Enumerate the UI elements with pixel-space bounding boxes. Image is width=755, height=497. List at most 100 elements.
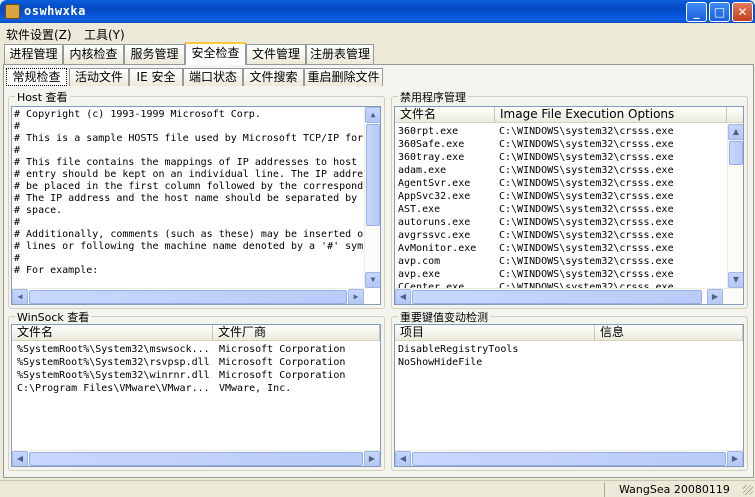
table-row-cell[interactable]: C:\Program Files\VMware\VMwar... (17, 382, 210, 395)
tab-security-check[interactable]: 安全检查 (185, 42, 246, 65)
column-info[interactable]: 信息 (595, 325, 743, 341)
table-row-cell[interactable]: DisableRegistryTools (398, 343, 518, 356)
registry-hscrollbar[interactable]: ◀ ▶ (395, 450, 743, 466)
subtab-active-files[interactable]: 活动文件 (69, 68, 129, 86)
table-row-cell[interactable]: C:\WINDOWS\system32\crsss.exe (499, 203, 674, 216)
table-row-cell[interactable]: C:\WINDOWS\system32\crsss.exe (499, 151, 674, 164)
table-row-cell[interactable]: C:\WINDOWS\system32\crsss.exe (499, 164, 674, 177)
maximize-button[interactable]: □ (709, 2, 730, 22)
scroll-right-icon[interactable]: ▶ (364, 451, 380, 466)
menu-software-settings[interactable]: 软件设置(Z) (6, 26, 72, 43)
banned-hscrollbar[interactable]: ◀ ▶ (395, 288, 743, 304)
subtab-general-check[interactable]: 常规检查 (6, 68, 67, 86)
status-credit: WangSea 20080119 (604, 482, 740, 497)
hosts-textbox[interactable]: # Copyright (c) 1993-1999 Microsoft Corp… (11, 106, 381, 305)
scroll-thumb[interactable] (412, 452, 726, 466)
table-row-cell[interactable]: C:\WINDOWS\system32\crsss.exe (499, 177, 674, 190)
column-item[interactable]: 项目 (395, 325, 595, 341)
table-row-cell[interactable]: AST.exe (398, 203, 440, 216)
tab-service-manager[interactable]: 服务管理 (124, 44, 185, 64)
table-row-cell[interactable]: C:\WINDOWS\system32\crsss.exe (499, 229, 674, 242)
scroll-thumb[interactable] (366, 124, 380, 226)
table-row-cell[interactable]: %SystemRoot%\System32\winrnr.dll (17, 369, 210, 382)
table-row-cell[interactable]: C:\WINDOWS\system32\crsss.exe (499, 190, 674, 203)
table-row-cell[interactable]: %SystemRoot%\System32\mswsock... (17, 343, 210, 356)
table-row-cell[interactable]: AgentSvr.exe (398, 177, 470, 190)
menu-bar: 软件设置(Z) 工具(Y) (0, 23, 755, 43)
scroll-up-icon[interactable]: ▲ (728, 124, 743, 140)
minimize-button[interactable]: _ (686, 2, 707, 22)
scroll-down-icon[interactable]: ▼ (365, 272, 380, 288)
table-row-cell[interactable]: AppSvc32.exe (398, 190, 470, 203)
tab-process-manager[interactable]: 进程管理 (4, 44, 63, 64)
table-row-cell[interactable]: C:\WINDOWS\system32\crsss.exe (499, 281, 674, 288)
tab-file-manager[interactable]: 文件管理 (246, 44, 306, 64)
table-row-cell[interactable]: avp.exe (398, 268, 440, 281)
tab-registry-manager[interactable]: 注册表管理 (306, 44, 374, 64)
winsock-list[interactable]: 文件名 文件厂商 %SystemRoot%\System32\mswsock..… (11, 324, 381, 467)
table-row-cell[interactable]: adam.exe (398, 164, 446, 177)
column-vendor[interactable]: 文件厂商 (213, 325, 380, 341)
table-row-cell[interactable]: C:\WINDOWS\system32\crsss.exe (499, 138, 674, 151)
table-row-cell[interactable]: Microsoft Corporation (219, 369, 345, 382)
scroll-thumb[interactable] (412, 290, 702, 304)
table-row-cell[interactable]: %SystemRoot%\System32\rsvpsp.dll (17, 356, 210, 369)
table-row-cell[interactable]: 360tray.exe (398, 151, 464, 164)
table-row-cell[interactable]: C:\WINDOWS\system32\crsss.exe (499, 255, 674, 268)
hosts-group-title: Host 查看 (15, 89, 70, 105)
scroll-down-icon[interactable]: ▼ (728, 272, 743, 288)
table-row-cell[interactable]: avgrssvc.exe (398, 229, 470, 242)
hosts-hscrollbar[interactable]: ◀ ▶ (12, 288, 364, 304)
scroll-left-icon[interactable]: ◀ (395, 289, 411, 304)
winsock-rows: %SystemRoot%\System32\mswsock... Microsof… (12, 343, 380, 449)
scroll-left-icon[interactable]: ◀ (395, 451, 411, 466)
table-row-cell[interactable]: C:\WINDOWS\system32\crsss.exe (499, 125, 674, 138)
table-row-cell[interactable]: VMware, Inc. (219, 382, 291, 395)
scroll-thumb[interactable] (29, 290, 347, 304)
scroll-up-icon[interactable]: ▲ (365, 107, 380, 123)
title-bar[interactable]: oswhwxka _ □ ✕ (0, 0, 755, 23)
column-filename[interactable]: 文件名 (395, 107, 495, 123)
scroll-right-icon[interactable]: ▶ (727, 451, 743, 466)
hosts-line: # (14, 217, 21, 228)
winsock-hscrollbar[interactable]: ◀ ▶ (12, 450, 380, 466)
tab-kernel-check[interactable]: 内核检查 (63, 44, 124, 64)
banned-programs-list[interactable]: 文件名 Image File Execution Options 360rpt.… (394, 106, 744, 305)
column-ifeo[interactable]: Image File Execution Options (495, 107, 727, 123)
registry-rows: DisableRegistryTools NoShowHideFile (395, 343, 743, 449)
subtab-ie-security[interactable]: IE 安全 (129, 68, 183, 86)
scroll-left-icon[interactable]: ◀ (12, 289, 28, 304)
table-row-cell[interactable]: NoShowHideFile (398, 356, 482, 369)
scroll-right-icon[interactable]: ▶ (348, 289, 364, 304)
hosts-line: # lines or following the machine name de… (14, 241, 364, 252)
table-row-cell[interactable]: Microsoft Corporation (219, 356, 345, 369)
subtab-file-search[interactable]: 文件搜索 (243, 68, 304, 86)
table-row-cell[interactable]: CCenter.exe (398, 281, 464, 288)
close-button[interactable]: ✕ (732, 2, 753, 22)
menu-tools[interactable]: 工具(Y) (84, 26, 125, 43)
scroll-thumb[interactable] (729, 141, 743, 165)
column-filename[interactable]: 文件名 (12, 325, 213, 341)
window-title: oswhwxka (24, 4, 86, 18)
table-row-cell[interactable]: C:\WINDOWS\system32\crsss.exe (499, 268, 674, 281)
scroll-thumb[interactable] (29, 452, 363, 466)
table-row-cell[interactable]: 360Safe.exe (398, 138, 464, 151)
table-row-cell[interactable]: AvMonitor.exe (398, 242, 476, 255)
hosts-line: # be placed in the first column followed… (14, 181, 364, 192)
banned-vscrollbar[interactable]: ▲ ▼ (727, 124, 743, 288)
registry-list[interactable]: 项目 信息 DisableRegistryTools NoShowHideFile… (394, 324, 744, 467)
list-header: 文件名 Image File Execution Options (395, 107, 743, 123)
scroll-left-icon[interactable]: ◀ (12, 451, 28, 466)
scroll-right-icon[interactable]: ▶ (707, 289, 723, 304)
table-row-cell[interactable]: C:\WINDOWS\system32\crsss.exe (499, 216, 674, 229)
table-row-cell[interactable]: C:\WINDOWS\system32\crsss.exe (499, 242, 674, 255)
resize-grip-icon[interactable] (743, 485, 753, 495)
subtab-reboot-delete[interactable]: 重启删除文件 (304, 68, 383, 86)
table-row-cell[interactable]: 360rpt.exe (398, 125, 458, 138)
table-row-cell[interactable]: autoruns.exe (398, 216, 470, 229)
subtab-port-status[interactable]: 端口状态 (183, 68, 243, 86)
hosts-vscrollbar[interactable]: ▲ ▼ (364, 107, 380, 288)
table-row-cell[interactable]: Microsoft Corporation (219, 343, 345, 356)
hosts-line: # For example: (14, 265, 99, 276)
table-row-cell[interactable]: avp.com (398, 255, 440, 268)
